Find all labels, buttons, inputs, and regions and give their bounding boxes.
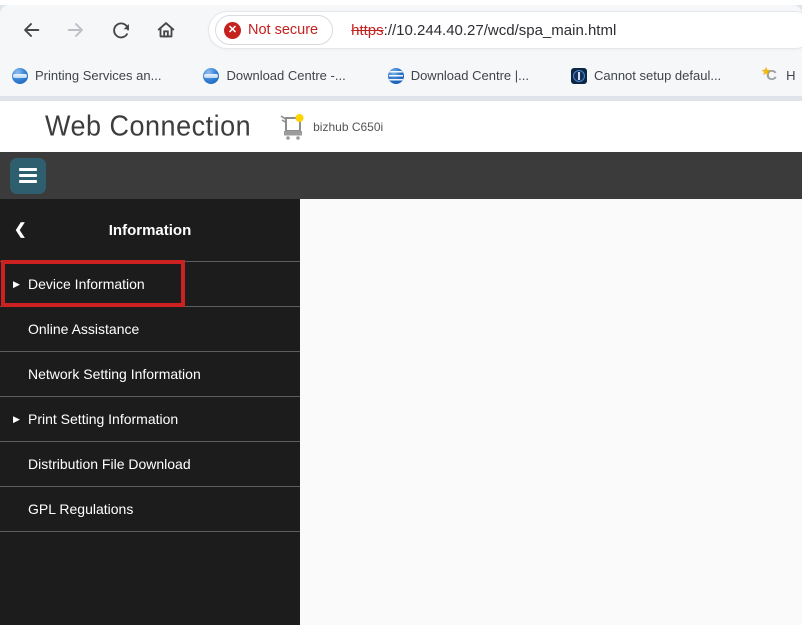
back-arrow-icon bbox=[20, 19, 42, 41]
reload-icon bbox=[111, 20, 132, 41]
web-connection-logo: Web Connection bbox=[45, 110, 251, 143]
printer-icon bbox=[279, 112, 306, 141]
expand-arrow-icon: ▶ bbox=[13, 414, 20, 425]
hamburger-icon bbox=[19, 174, 37, 177]
sidebar-item-device-information[interactable]: ▶ Device Information bbox=[0, 262, 300, 307]
address-bar[interactable]: ✕ Not secure https://10.244.40.27/wcd/sp… bbox=[208, 11, 802, 49]
blue-globe-icon bbox=[203, 68, 219, 84]
bookmark-h[interactable]: C ★ H bbox=[763, 68, 795, 84]
sidebar-item-label: Online Assistance bbox=[28, 321, 139, 337]
sidebar-item-network-setting-information[interactable]: Network Setting Information bbox=[0, 352, 300, 397]
star-icon: ★ bbox=[761, 65, 771, 78]
device-info: bizhub C650i bbox=[279, 112, 383, 141]
bookmark-printing-services[interactable]: Printing Services an... bbox=[12, 68, 161, 84]
hamburger-menu-button[interactable] bbox=[10, 158, 46, 194]
bookmarks-bar: Printing Services an... Download Centre … bbox=[0, 55, 802, 96]
bookmark-label: H bbox=[786, 68, 795, 83]
home-button[interactable] bbox=[149, 13, 183, 47]
main-content-area bbox=[300, 199, 802, 625]
home-icon bbox=[155, 19, 177, 41]
star-c-icon: C ★ bbox=[763, 68, 779, 84]
not-secure-label: Not secure bbox=[248, 22, 318, 38]
sidebar-item-label: Distribution File Download bbox=[28, 456, 191, 472]
blue-globe-icon bbox=[12, 68, 28, 84]
sidebar-item-online-assistance[interactable]: Online Assistance bbox=[0, 307, 300, 352]
bookmark-label: Printing Services an... bbox=[35, 68, 161, 83]
bookmark-download-centre-1[interactable]: Download Centre -... bbox=[203, 68, 345, 84]
bookmark-download-centre-2[interactable]: Download Centre |... bbox=[388, 68, 529, 84]
not-secure-chip[interactable]: ✕ Not secure bbox=[215, 15, 333, 45]
not-secure-icon: ✕ bbox=[224, 22, 241, 39]
sidebar-title: Information bbox=[109, 222, 192, 239]
back-button[interactable] bbox=[14, 13, 48, 47]
forward-arrow-icon bbox=[65, 19, 87, 41]
url-rest: ://10.244.40.27/wcd/spa_main.html bbox=[384, 22, 617, 39]
url-scheme: https bbox=[351, 22, 384, 39]
reload-button[interactable] bbox=[104, 13, 138, 47]
sidebar-item-print-setting-information[interactable]: ▶ Print Setting Information bbox=[0, 397, 300, 442]
sidebar-menu: ▶ Device Information Online Assistance N… bbox=[0, 261, 300, 532]
navy-emblem-icon bbox=[571, 68, 587, 84]
sidebar-item-gpl-regulations[interactable]: GPL Regulations bbox=[0, 487, 300, 532]
blue-striped-globe-icon bbox=[388, 68, 404, 84]
expand-arrow-icon: ▶ bbox=[13, 279, 20, 290]
bookmark-cannot-setup[interactable]: Cannot setup defaul... bbox=[571, 68, 721, 84]
device-name: bizhub C650i bbox=[313, 120, 383, 134]
sidebar-item-label: Print Setting Information bbox=[28, 411, 178, 427]
bookmark-label: Cannot setup defaul... bbox=[594, 68, 721, 83]
hamburger-icon bbox=[19, 180, 37, 183]
app-header bbox=[0, 152, 802, 199]
hamburger-icon bbox=[19, 168, 37, 171]
sidebar-header: ❮ Information bbox=[0, 199, 300, 261]
sidebar-information: ❮ Information ▶ Device Information Onlin… bbox=[0, 199, 300, 625]
page-logo-band: Web Connection bizhub C650i bbox=[0, 101, 802, 152]
browser-toolbar: ✕ Not secure https://10.244.40.27/wcd/sp… bbox=[0, 5, 802, 55]
sidebar-item-label: Device Information bbox=[28, 276, 145, 292]
sidebar-item-distribution-file-download[interactable]: Distribution File Download bbox=[0, 442, 300, 487]
url-text[interactable]: https://10.244.40.27/wcd/spa_main.html bbox=[351, 22, 616, 39]
back-chevron-icon[interactable]: ❮ bbox=[14, 220, 27, 238]
bookmark-label: Download Centre |... bbox=[411, 68, 529, 83]
sidebar-item-label: GPL Regulations bbox=[28, 501, 133, 517]
browser-chrome: ✕ Not secure https://10.244.40.27/wcd/sp… bbox=[0, 5, 802, 101]
sidebar-item-label: Network Setting Information bbox=[28, 366, 201, 382]
bookmark-label: Download Centre -... bbox=[226, 68, 345, 83]
forward-button[interactable] bbox=[59, 13, 93, 47]
